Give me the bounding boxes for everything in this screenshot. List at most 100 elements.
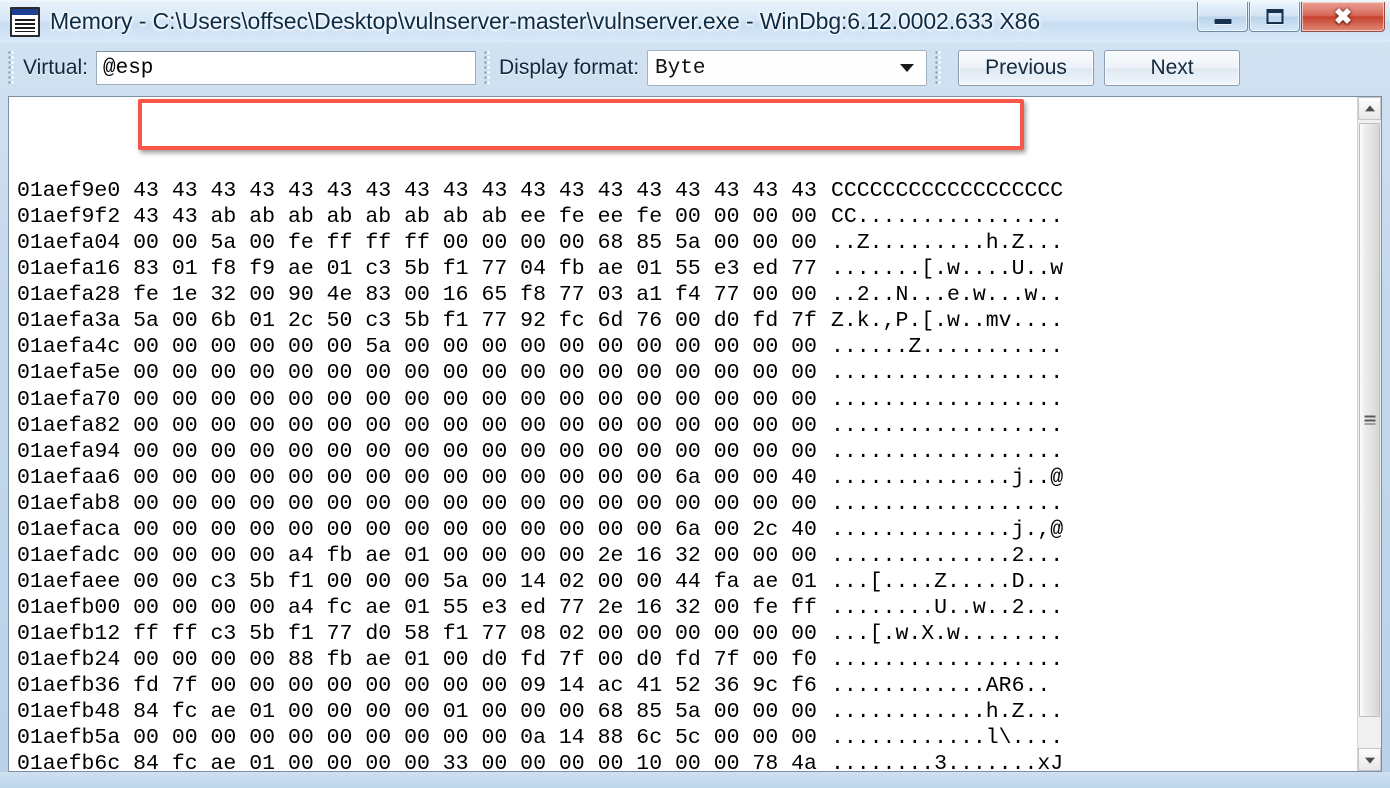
- toolbar-gripper-navigation[interactable]: [935, 51, 944, 85]
- memory-row[interactable]: 01aefa4c 00 00 00 00 00 00 5a 00 00 00 0…: [17, 334, 1357, 360]
- memory-toolbar: Virtual: @esp Display format: Byte Previ…: [0, 42, 1390, 94]
- memory-row-ascii: ..Z.........h.Z...: [830, 231, 1064, 256]
- memory-row-bytes: 00 00 00 00 00 00 00 00 00 00 00 00 00 0…: [120, 361, 817, 386]
- memory-row-bytes: 00 00 00 00 00 00 00 00 00 00 00 00 00 0…: [120, 439, 817, 464]
- memory-row-ascii: ........U..w..2...: [830, 595, 1064, 620]
- scroll-up-button[interactable]: [1358, 97, 1381, 120]
- memory-row-bytes: ff ff c3 5b f1 77 d0 58 f1 77 08 02 00 0…: [120, 621, 817, 646]
- memory-row-address: 01aefa16: [17, 257, 121, 282]
- memory-row[interactable]: 01aef9e0 43 43 43 43 43 43 43 43 43 43 4…: [17, 178, 1357, 204]
- title-bar[interactable]: Memory - C:\Users\offsec\Desktop\vulnser…: [0, 0, 1390, 42]
- scroll-grip-icon: [1364, 415, 1375, 425]
- memory-row-ascii: ..................: [830, 491, 1064, 516]
- memory-row[interactable]: 01aefb48 84 fc ae 01 00 00 00 00 01 00 0…: [17, 699, 1357, 725]
- previous-button[interactable]: Previous: [958, 50, 1095, 86]
- memory-row[interactable]: 01aefb6c 84 fc ae 01 00 00 00 00 33 00 0…: [17, 751, 1357, 771]
- memory-row[interactable]: 01aefaee 00 00 c3 5b f1 00 00 00 5a 00 1…: [17, 569, 1357, 595]
- virtual-address-group: Virtual: @esp: [0, 46, 476, 90]
- memory-row-ascii: ............l\....: [830, 726, 1064, 751]
- window-title: Memory - C:\Users\offsec\Desktop\vulnser…: [50, 8, 1041, 34]
- memory-row-address: 01aefa3a: [17, 309, 121, 334]
- memory-hex-dump[interactable]: 01aef9e0 43 43 43 43 43 43 43 43 43 43 4…: [9, 97, 1357, 771]
- memory-row-bytes: 00 00 00 00 00 00 00 00 00 00 00 00 00 0…: [120, 517, 817, 542]
- memory-row-bytes: 00 00 00 00 00 00 00 00 00 00 0a 14 88 6…: [120, 726, 817, 751]
- toolbar-gripper-virtual[interactable]: [8, 51, 16, 85]
- memory-row-ascii: ............h.Z...: [830, 700, 1064, 725]
- memory-row-address: 01aefadc: [17, 543, 121, 568]
- navigation-group: Previous Next: [927, 46, 1241, 90]
- scroll-up-icon: [1364, 104, 1375, 111]
- memory-row-ascii: ..............2...: [830, 543, 1064, 568]
- memory-row-address: 01aefb48: [17, 700, 121, 725]
- memory-row[interactable]: 01aefa70 00 00 00 00 00 00 00 00 00 00 0…: [17, 387, 1357, 413]
- memory-row[interactable]: 01aefa3a 5a 00 6b 01 2c 50 c3 5b f1 77 9…: [17, 308, 1357, 334]
- close-icon: ✖: [1333, 3, 1353, 29]
- scroll-down-button[interactable]: [1358, 748, 1381, 771]
- memory-row-bytes: 00 00 00 00 00 00 00 00 00 00 00 00 00 0…: [120, 491, 817, 516]
- display-format-label: Display format:: [498, 56, 640, 79]
- vertical-scrollbar[interactable]: [1357, 97, 1381, 771]
- memory-row[interactable]: 01aefb12 ff ff c3 5b f1 77 d0 58 f1 77 0…: [17, 621, 1357, 647]
- memory-row[interactable]: 01aefa5e 00 00 00 00 00 00 00 00 00 00 0…: [17, 360, 1357, 386]
- memory-row-bytes: 00 00 00 00 00 00 00 00 00 00 00 00 00 0…: [120, 387, 817, 412]
- memory-row-address: 01aefb5a: [17, 726, 121, 751]
- memory-row-ascii: ..............j..@: [830, 465, 1064, 490]
- memory-row-address: 01aefb36: [17, 674, 121, 699]
- memory-row-bytes: fd 7f 00 00 00 00 00 00 00 00 09 14 ac 4…: [120, 674, 817, 699]
- memory-row-address: 01aefb00: [17, 595, 121, 620]
- memory-row[interactable]: 01aefa94 00 00 00 00 00 00 00 00 00 00 0…: [17, 439, 1357, 465]
- memory-row-address: 01aefb6c: [17, 752, 121, 771]
- toolbar-gripper-display-format[interactable]: [483, 51, 492, 85]
- memory-row-ascii: ........3.......xJ: [830, 752, 1064, 771]
- close-button[interactable]: ✖: [1301, 2, 1385, 32]
- memory-row[interactable]: 01aef9f2 43 43 ab ab ab ab ab ab ab ab e…: [17, 204, 1357, 230]
- memory-row-ascii: ..................: [830, 413, 1064, 438]
- display-format-select[interactable]: Byte: [647, 50, 928, 86]
- memory-row-bytes: 43 43 ab ab ab ab ab ab ab ab ee fe ee f…: [120, 205, 817, 230]
- maximize-button[interactable]: [1249, 2, 1300, 32]
- memory-row-address: 01aef9f2: [17, 205, 121, 230]
- memory-row-ascii: Z.k.,P.[.w..mv....: [830, 309, 1064, 334]
- memory-row-address: 01aefaee: [17, 569, 121, 594]
- memory-row[interactable]: 01aefb5a 00 00 00 00 00 00 00 00 00 00 0…: [17, 725, 1357, 751]
- memory-row-ascii: ..................: [830, 647, 1064, 672]
- memory-row[interactable]: 01aefaa6 00 00 00 00 00 00 00 00 00 00 0…: [17, 465, 1357, 491]
- memory-row[interactable]: 01aefb00 00 00 00 00 a4 fc ae 01 55 e3 e…: [17, 595, 1357, 621]
- memory-row[interactable]: 01aefa16 83 01 f8 f9 ae 01 c3 5b f1 77 0…: [17, 256, 1357, 282]
- memory-row-address: 01aefa4c: [17, 335, 121, 360]
- window-controls: ✖: [1196, 2, 1385, 32]
- memory-row-address: 01aef9e0: [17, 179, 121, 204]
- memory-row-address: 01aefa5e: [17, 361, 121, 386]
- memory-client-area: 01aef9e0 43 43 43 43 43 43 43 43 43 43 4…: [8, 96, 1382, 772]
- memory-row-bytes: 00 00 00 00 a4 fb ae 01 00 00 00 00 2e 1…: [120, 543, 817, 568]
- memory-row-bytes: 83 01 f8 f9 ae 01 c3 5b f1 77 04 fb ae 0…: [120, 257, 817, 282]
- chevron-down-icon: [900, 64, 915, 72]
- memory-row[interactable]: 01aefab8 00 00 00 00 00 00 00 00 00 00 0…: [17, 491, 1357, 517]
- memory-row-address: 01aefaca: [17, 517, 121, 542]
- memory-row-ascii: ......Z...........: [830, 335, 1064, 360]
- virtual-address-input[interactable]: @esp: [95, 51, 476, 85]
- memory-row-address: 01aefa94: [17, 439, 121, 464]
- window-bottom-edge: [0, 772, 1390, 788]
- scroll-thumb[interactable]: [1359, 123, 1380, 717]
- restore-icon: [1266, 9, 1283, 24]
- display-format-group: Display format: Byte: [476, 46, 928, 90]
- memory-row-bytes: 00 00 5a 00 fe ff ff ff 00 00 00 00 68 8…: [120, 231, 817, 256]
- memory-row[interactable]: 01aefb24 00 00 00 00 88 fb ae 01 00 d0 f…: [17, 647, 1357, 673]
- memory-row[interactable]: 01aefb36 fd 7f 00 00 00 00 00 00 00 00 0…: [17, 673, 1357, 699]
- memory-row[interactable]: 01aefaca 00 00 00 00 00 00 00 00 00 00 0…: [17, 517, 1357, 543]
- memory-row-ascii: ..................: [830, 387, 1064, 412]
- memory-row[interactable]: 01aefadc 00 00 00 00 a4 fb ae 01 00 00 0…: [17, 543, 1357, 569]
- memory-row[interactable]: 01aefa04 00 00 5a 00 fe ff ff ff 00 00 0…: [17, 230, 1357, 256]
- memory-row[interactable]: 01aefa28 fe 1e 32 00 90 4e 83 00 16 65 f…: [17, 282, 1357, 308]
- next-button[interactable]: Next: [1104, 50, 1241, 86]
- minimize-button[interactable]: [1197, 2, 1248, 32]
- memory-row-bytes: 00 00 00 00 00 00 00 00 00 00 00 00 00 0…: [120, 465, 817, 490]
- memory-row-bytes: 00 00 00 00 a4 fc ae 01 55 e3 ed 77 2e 1…: [120, 595, 817, 620]
- memory-row-address: 01aefab8: [17, 491, 121, 516]
- memory-row-bytes: 84 fc ae 01 00 00 00 00 33 00 00 00 00 1…: [120, 752, 817, 771]
- memory-row-address: 01aefa04: [17, 231, 121, 256]
- memory-row[interactable]: 01aefa82 00 00 00 00 00 00 00 00 00 00 0…: [17, 413, 1357, 439]
- memory-row-bytes: 43 43 43 43 43 43 43 43 43 43 43 43 43 4…: [120, 179, 817, 204]
- highlight-annotation-box: [138, 99, 1024, 150]
